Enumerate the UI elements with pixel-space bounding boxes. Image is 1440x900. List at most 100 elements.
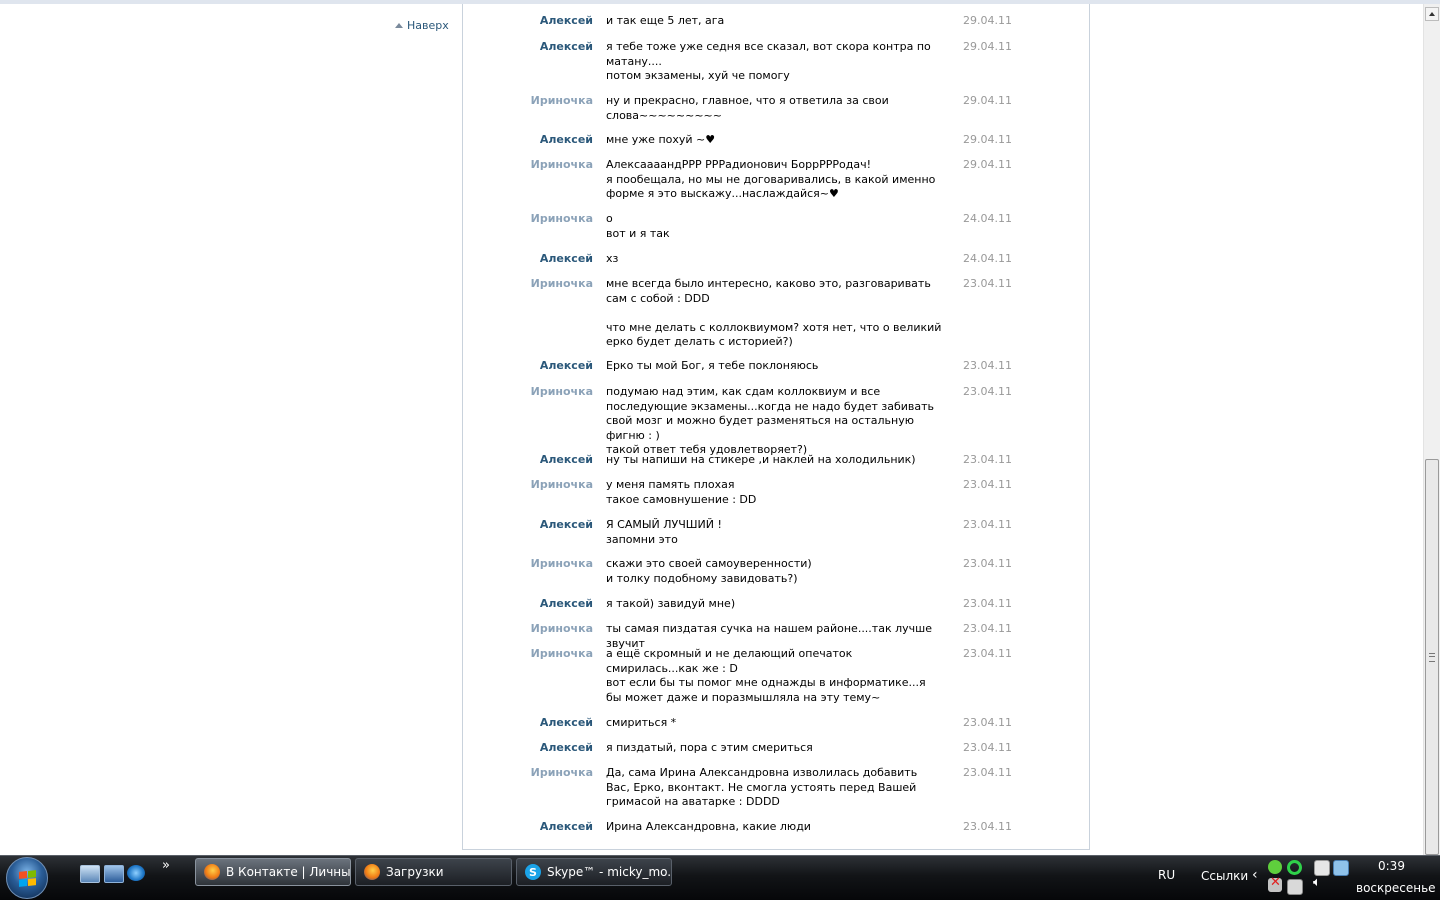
back-to-top-link[interactable]: Наверх — [395, 19, 449, 32]
message-row: Ириночка мне всегда было интересно, каков… — [463, 277, 1089, 350]
links-toolbar-label[interactable]: Ссылки — [1201, 869, 1248, 883]
skype-icon: S — [525, 864, 541, 880]
message-author-link[interactable]: Ириночка — [463, 277, 593, 292]
taskbar-button-skype[interactable]: S Skype™ - micky_mo... — [516, 858, 672, 886]
network-icon[interactable] — [1333, 860, 1349, 876]
message-text: ну и прекрасно, главное, что я ответила … — [606, 94, 893, 122]
message-row: Алексей я тебе тоже уже седня все сказал,… — [463, 40, 1089, 84]
message-author-link[interactable]: Ириночка — [463, 94, 593, 109]
arrow-up-icon — [395, 23, 403, 28]
message-date-link[interactable]: 24.04.11 — [963, 252, 1012, 267]
message-date-link[interactable]: 23.04.11 — [963, 766, 1012, 781]
message-date-link[interactable]: 23.04.11 — [963, 597, 1012, 612]
message-date-link[interactable]: 23.04.11 — [963, 741, 1012, 756]
message-date-link[interactable]: 29.04.11 — [963, 158, 1012, 173]
message-text: Я САМЫЙ ЛУЧШИЙ ! запомни это — [606, 518, 722, 546]
message-text: Ирина Александровна, какие люди — [606, 820, 811, 833]
scroll-thumb[interactable] — [1425, 459, 1439, 855]
icq-status-icon[interactable] — [1268, 860, 1282, 874]
tray-expand-chevron[interactable]: ‹ — [1252, 867, 1258, 883]
message-text: я тебе тоже уже седня все сказал, вот ск… — [606, 40, 931, 82]
language-indicator[interactable]: RU — [1158, 868, 1175, 882]
message-date-link[interactable]: 23.04.11 — [963, 478, 1012, 493]
message-author-link[interactable]: Алексей — [463, 359, 593, 374]
message-row: Алексей Ерко ты мой Бог, я тебе поклоняюс… — [463, 359, 1089, 374]
message-row: Алексей и так еще 5 лет, ага 29.04.11 — [463, 14, 1089, 29]
message-author-link[interactable]: Ириночка — [463, 385, 593, 400]
message-date-link[interactable]: 23.04.11 — [963, 622, 1012, 637]
message-date-link[interactable]: 23.04.11 — [963, 557, 1012, 572]
taskbar-button-downloads[interactable]: Загрузки — [355, 858, 512, 886]
message-row: Алексей Ирина Александровна, какие люди 23… — [463, 820, 1089, 835]
message-text: мне всегда было интересно, каково это, р… — [606, 277, 942, 348]
vertical-scrollbar[interactable] — [1423, 4, 1440, 855]
device-icon[interactable] — [1314, 860, 1330, 876]
message-author-link[interactable]: Алексей — [463, 252, 593, 267]
message-author-link[interactable]: Ириночка — [463, 622, 593, 637]
clock-day[interactable]: воскресенье — [1356, 881, 1436, 895]
message-author-link[interactable]: Алексей — [463, 453, 593, 468]
message-date-link[interactable]: 24.04.11 — [963, 212, 1012, 227]
message-row: Алексей ну ты напиши на стикере ,и наклей… — [463, 453, 1089, 468]
message-row: Ириночка АлексаааандРРР РРРадионович Борр… — [463, 158, 1089, 202]
message-author-link[interactable]: Алексей — [463, 14, 593, 29]
message-row: Ириночка подумаю над этим, как сдам колло… — [463, 385, 1089, 458]
message-author-link[interactable]: Ириночка — [463, 158, 593, 173]
message-row: Ириночка а ещё скромный и не делающий опе… — [463, 647, 1089, 705]
scroll-up-button[interactable] — [1425, 7, 1439, 21]
switch-windows-icon[interactable] — [104, 865, 124, 883]
message-date-link[interactable]: 23.04.11 — [963, 518, 1012, 533]
taskbar-button-label: В Контакте | Личны... — [226, 865, 351, 879]
message-author-link[interactable]: Алексей — [463, 741, 593, 756]
internet-explorer-icon[interactable] — [127, 865, 145, 881]
message-text: о вот и я так — [606, 212, 670, 240]
message-text: а ещё скромный и не делающий опечаток см… — [606, 647, 926, 704]
message-author-link[interactable]: Алексей — [463, 597, 593, 612]
message-row: Алексей хз 24.04.11 — [463, 252, 1089, 267]
message-date-link[interactable]: 23.04.11 — [963, 385, 1012, 400]
network-status-icon[interactable] — [1287, 860, 1302, 875]
message-author-link[interactable]: Алексей — [463, 40, 593, 55]
message-date-link[interactable]: 23.04.11 — [963, 453, 1012, 468]
volume-icon[interactable]: 🔈︎ — [1313, 875, 1321, 890]
message-text: и так еще 5 лет, ага — [606, 14, 725, 27]
message-author-link[interactable]: Алексей — [463, 518, 593, 533]
message-date-link[interactable]: 23.04.11 — [963, 820, 1012, 835]
taskbar-button-vkontakte[interactable]: В Контакте | Личны... — [195, 858, 351, 886]
quick-launch-more[interactable]: » — [162, 858, 170, 873]
browser-viewport: Наверх Алексей и так еще 5 лет, ага 29.04.… — [0, 0, 1440, 900]
message-row: Ириночка у меня память плохая такое самов… — [463, 478, 1089, 507]
message-text: скажи это своей самоуверенности) и толку… — [606, 557, 812, 585]
security-alert-icon[interactable]: ✕ — [1268, 875, 1282, 892]
message-author-link[interactable]: Ириночка — [463, 766, 593, 781]
message-author-link[interactable]: Ириночка — [463, 478, 593, 493]
taskbar-button-label: Skype™ - micky_mo... — [547, 865, 672, 879]
message-author-link[interactable]: Ириночка — [463, 557, 593, 572]
message-date-link[interactable]: 29.04.11 — [963, 94, 1012, 109]
message-text: у меня память плохая такое самовнушение … — [606, 478, 757, 506]
message-text: мне уже похуй ~♥ — [606, 133, 716, 146]
message-author-link[interactable]: Алексей — [463, 716, 593, 731]
message-date-link[interactable]: 23.04.11 — [963, 647, 1012, 662]
message-date-link[interactable]: 29.04.11 — [963, 133, 1012, 148]
message-text: я такой) завидуй мне) — [606, 597, 736, 610]
message-author-link[interactable]: Алексей — [463, 820, 593, 835]
tray-window-icon[interactable] — [1287, 879, 1303, 895]
message-text: АлексаааандРРР РРРадионович БоррРРРодач!… — [606, 158, 936, 200]
message-row: Ириночка Да, сама Ирина Александровна изв… — [463, 766, 1089, 810]
taskbar: » В Контакте | Личны... Загрузки S Skype… — [0, 855, 1440, 900]
message-date-link[interactable]: 29.04.11 — [963, 40, 1012, 55]
message-author-link[interactable]: Ириночка — [463, 212, 593, 227]
start-button[interactable] — [6, 857, 48, 899]
clock-time[interactable]: 0:39 — [1378, 859, 1405, 873]
message-date-link[interactable]: 23.04.11 — [963, 277, 1012, 292]
message-row: Ириночка ну и прекрасно, главное, что я о… — [463, 94, 1089, 123]
message-row: Ириночка о вот и я так 24.04.11 — [463, 212, 1089, 241]
message-author-link[interactable]: Алексей — [463, 133, 593, 148]
firefox-icon — [204, 864, 220, 880]
message-date-link[interactable]: 23.04.11 — [963, 716, 1012, 731]
message-date-link[interactable]: 23.04.11 — [963, 359, 1012, 374]
message-author-link[interactable]: Ириночка — [463, 647, 593, 662]
show-desktop-icon[interactable] — [80, 865, 100, 883]
message-date-link[interactable]: 29.04.11 — [963, 14, 1012, 29]
